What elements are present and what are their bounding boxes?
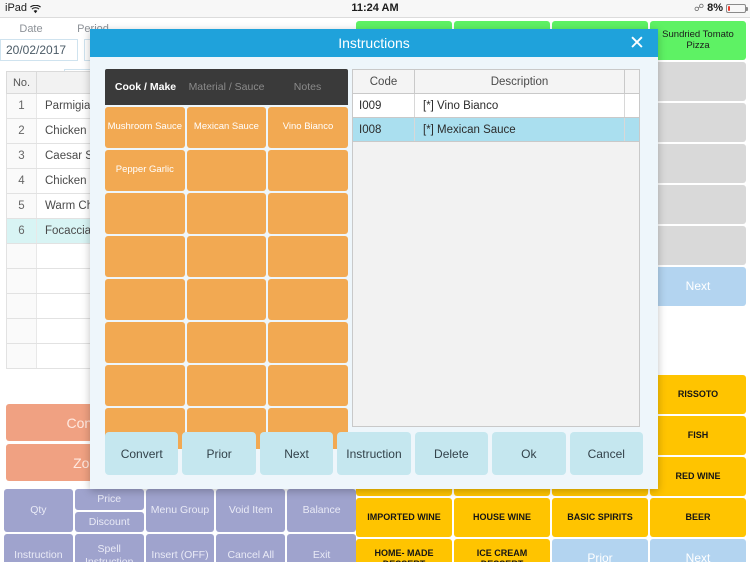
instruction-button-pepper-garlic[interactable]: Pepper Garlic: [105, 150, 185, 191]
instr-col-code: Code: [353, 70, 415, 93]
instruction-button-empty[interactable]: [268, 365, 348, 406]
instruction-button-grid: Mushroom Sauce Mexican Sauce Vino Bianco Pe…: [105, 107, 348, 449]
instr-row-code: I009: [353, 94, 415, 117]
instruction-button-vino-bianco[interactable]: Vino Bianco: [268, 107, 348, 148]
dialog-title: Instructions: [338, 35, 410, 51]
instruction-button-empty[interactable]: [105, 279, 185, 320]
instructions-dialog: Instructions ✕ Cook / Make Material / Sa…: [90, 29, 658, 489]
instruction-tabs: Cook / Make Material / Sauce Notes: [105, 69, 348, 105]
instruction-button-empty[interactable]: [268, 279, 348, 320]
instr-table-header: Code Description: [353, 70, 639, 94]
table-row[interactable]: I009 [*] Vino Bianco: [353, 94, 639, 118]
dialog-ok-button[interactable]: Ok: [492, 432, 566, 475]
instruction-button-empty[interactable]: [268, 322, 348, 363]
instruction-button-empty[interactable]: [268, 193, 348, 234]
dialog-instruction-button[interactable]: Instruction: [337, 432, 411, 475]
table-row-selected[interactable]: I008 [*] Mexican Sauce: [353, 118, 639, 142]
instr-row-code: I008: [353, 118, 415, 141]
modal-overlay: Instructions ✕ Cook / Make Material / Sa…: [0, 19, 750, 562]
instruction-button-empty[interactable]: [186, 236, 267, 277]
instruction-button-empty[interactable]: [105, 322, 185, 363]
bluetooth-icon: ☍: [693, 2, 705, 14]
dialog-body: Cook / Make Material / Sauce Notes Mushr…: [90, 57, 658, 489]
instruction-button-empty[interactable]: [186, 193, 267, 234]
dialog-title-bar: Instructions ✕: [90, 29, 658, 57]
instruction-button-empty[interactable]: [105, 365, 185, 406]
instruction-button-empty[interactable]: [268, 236, 348, 277]
instruction-button-mushroom-sauce[interactable]: Mushroom Sauce: [105, 107, 185, 148]
instruction-button-empty[interactable]: [186, 365, 267, 406]
instruction-button-mexican-sauce[interactable]: Mexican Sauce: [186, 107, 267, 148]
instr-col-spacer: [625, 70, 639, 93]
tab-notes[interactable]: Notes: [267, 69, 348, 105]
dialog-next-button[interactable]: Next: [259, 432, 334, 475]
instruction-button-empty[interactable]: [268, 150, 348, 191]
close-icon[interactable]: ✕: [626, 32, 648, 54]
instr-row-description: [*] Mexican Sauce: [415, 118, 625, 141]
battery-low-icon: [726, 3, 748, 13]
instr-row-description: [*] Vino Bianco: [415, 94, 625, 117]
instruction-button-empty[interactable]: [186, 322, 267, 363]
dialog-delete-button[interactable]: Delete: [414, 432, 489, 475]
tab-cook-make[interactable]: Cook / Make: [105, 69, 186, 105]
instruction-picker: Cook / Make Material / Sauce Notes Mushr…: [105, 69, 348, 449]
instruction-button-empty[interactable]: [186, 279, 267, 320]
battery-percent-label: 8%: [707, 2, 723, 14]
dialog-footer: Convert Prior Next Instruction Delete Ok…: [105, 432, 643, 475]
instruction-button-empty[interactable]: [105, 236, 185, 277]
instruction-button-empty[interactable]: [186, 150, 267, 191]
dialog-prior-button[interactable]: Prior: [182, 432, 256, 475]
tab-material-sauce[interactable]: Material / Sauce: [186, 69, 267, 105]
dialog-convert-button[interactable]: Convert: [105, 432, 179, 475]
dialog-cancel-button[interactable]: Cancel: [569, 432, 643, 475]
selected-instructions-table: Code Description I009 [*] Vino Bianco I0…: [352, 69, 640, 427]
ios-status-bar: iPad 11:24 AM ☍ 8%: [0, 0, 750, 18]
instruction-button-empty[interactable]: [105, 193, 185, 234]
instr-col-description: Description: [415, 70, 625, 93]
status-bar-right: ☍ 8%: [693, 2, 748, 14]
status-bar-clock: 11:24 AM: [351, 2, 399, 14]
